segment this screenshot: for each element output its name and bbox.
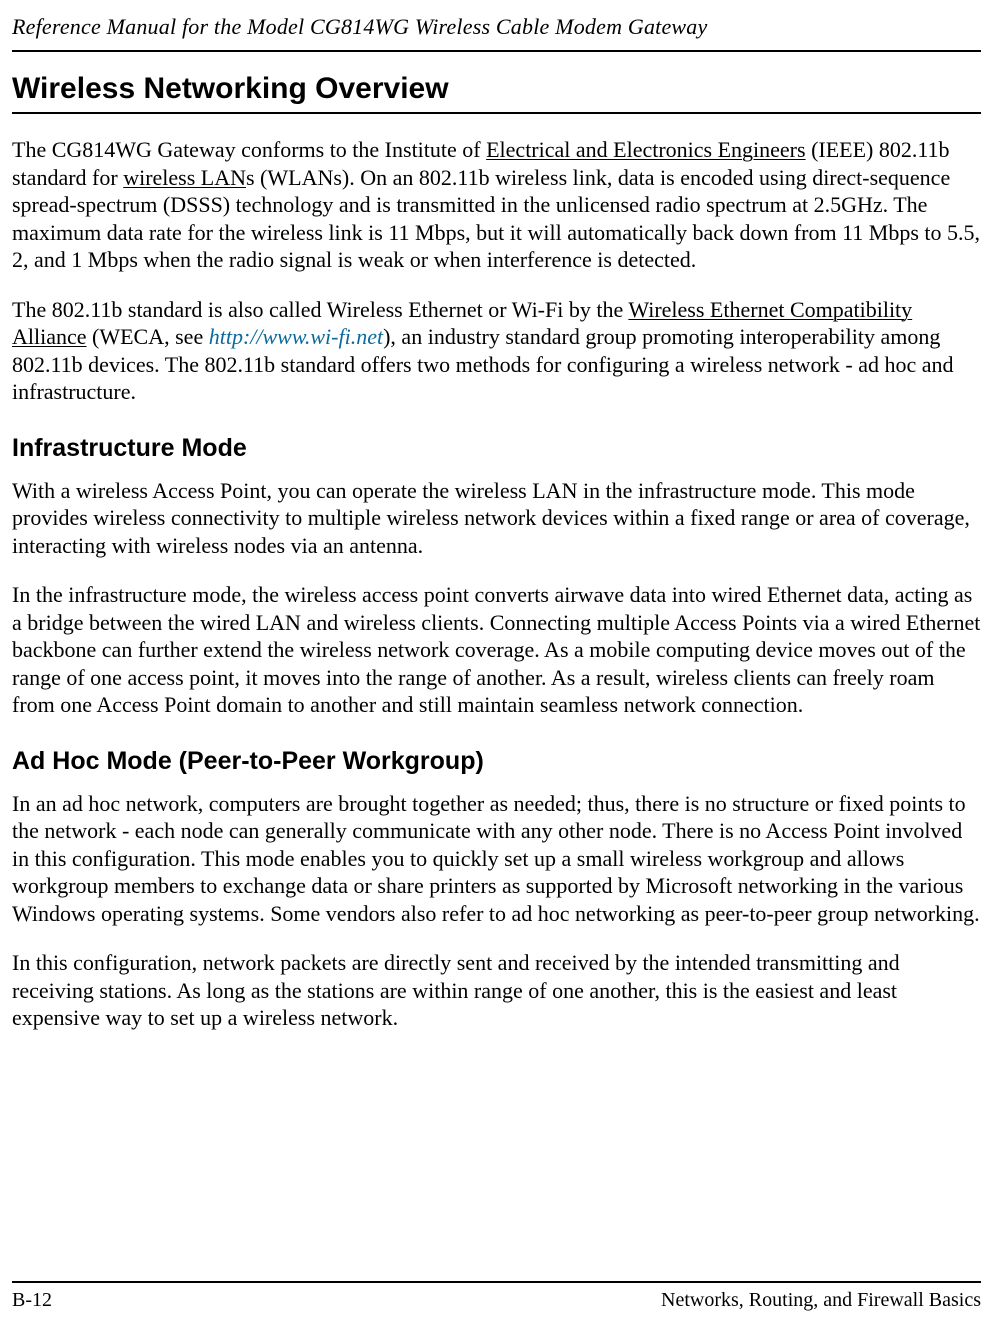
subsection-title-adhoc: Ad Hoc Mode (Peer-to-Peer Workgroup)	[12, 747, 981, 776]
page-container: Reference Manual for the Model CG814WG W…	[0, 0, 993, 1332]
footer-rule	[12, 1281, 981, 1283]
page-number: B-12	[12, 1289, 52, 1312]
chapter-title: Networks, Routing, and Firewall Basics	[661, 1289, 981, 1312]
infrastructure-paragraph-1: With a wireless Access Point, you can op…	[12, 477, 981, 560]
overview-paragraph-1: The CG814WG Gateway conforms to the Inst…	[12, 136, 981, 274]
glossary-term-wlan: wireless LAN	[123, 165, 246, 190]
glossary-term-ieee: Electrical and Electronics Engineers	[486, 137, 805, 162]
subsection-title-infrastructure: Infrastructure Mode	[12, 434, 981, 463]
page-footer: B-12 Networks, Routing, and Firewall Bas…	[12, 1281, 981, 1312]
wifi-link[interactable]: http://www.wi-fi.net	[209, 324, 383, 349]
running-header: Reference Manual for the Model CG814WG W…	[12, 14, 981, 50]
infrastructure-paragraph-2: In the infrastructure mode, the wireless…	[12, 581, 981, 719]
adhoc-paragraph-2: In this configuration, network packets a…	[12, 949, 981, 1032]
footer-row: B-12 Networks, Routing, and Firewall Bas…	[12, 1289, 981, 1312]
text-run: The CG814WG Gateway conforms to the Inst…	[12, 137, 486, 162]
section-title-overview: Wireless Networking Overview	[12, 72, 981, 114]
header-rule	[12, 50, 981, 52]
adhoc-paragraph-1: In an ad hoc network, computers are brou…	[12, 790, 981, 928]
text-run: (WECA, see	[87, 324, 209, 349]
overview-paragraph-2: The 802.11b standard is also called Wire…	[12, 296, 981, 406]
text-run: The 802.11b standard is also called Wire…	[12, 297, 628, 322]
